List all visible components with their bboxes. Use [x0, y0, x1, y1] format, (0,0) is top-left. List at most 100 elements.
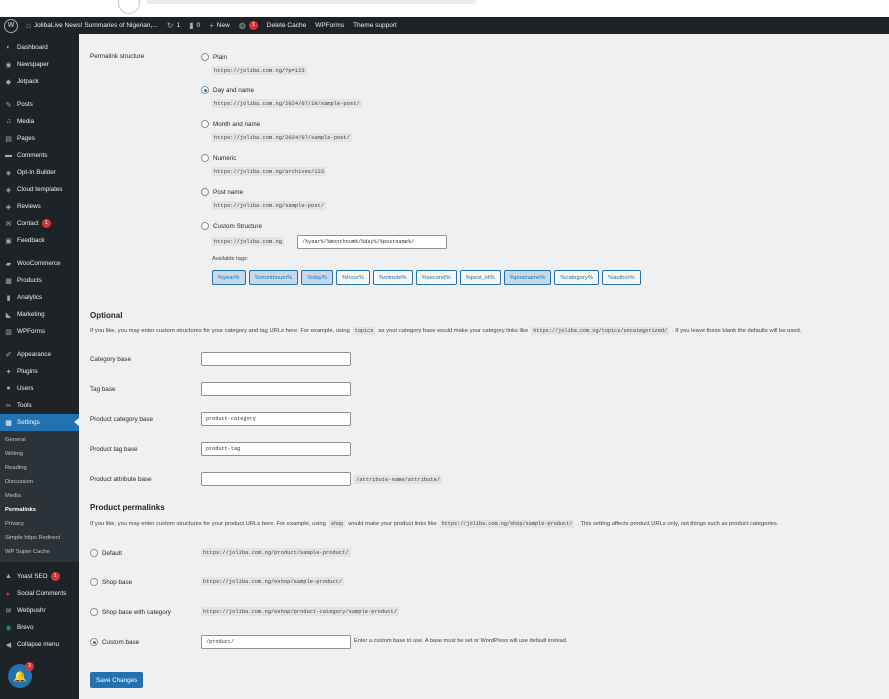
- option-plain[interactable]: Plain: [201, 53, 227, 61]
- custom-structure-radio[interactable]: [201, 222, 209, 230]
- post-name-label: Post name: [213, 188, 244, 196]
- optional-heading: Optional: [90, 311, 123, 320]
- product-attribute-base-input[interactable]: [201, 472, 351, 486]
- collapse-icon: ◀: [5, 641, 12, 649]
- theme-support-link[interactable]: Theme support: [353, 22, 397, 29]
- sidebar-item-cloud-templates[interactable]: ◈ Cloud templates: [0, 181, 79, 198]
- tag-post-id-button[interactable]: %post_id%: [459, 270, 501, 285]
- sidebar-item-reviews[interactable]: ◈ Reviews: [0, 198, 79, 215]
- sidebar-item-dashboard[interactable]: ◐ Dashboard: [0, 39, 79, 56]
- numeric-radio[interactable]: [201, 154, 209, 162]
- option-numeric[interactable]: Numeric: [201, 154, 236, 162]
- option-shop-base[interactable]: Shop base: [90, 578, 132, 586]
- sidebar-item-wpforms[interactable]: ▥ WPForms: [0, 323, 79, 340]
- sidebar-item-jetpack[interactable]: ◆ Jetpack: [0, 73, 79, 90]
- tag-second-button[interactable]: %second%: [415, 270, 457, 285]
- tag-base-input[interactable]: [201, 382, 351, 396]
- sidebar-item-social-comments[interactable]: ▸ Social Comments: [0, 585, 79, 602]
- wpforms-link[interactable]: WPForms: [315, 22, 344, 29]
- product-tag-base-input[interactable]: product-tag: [201, 442, 351, 456]
- products-icon: ▦: [5, 277, 12, 285]
- save-changes-button[interactable]: Save Changes: [90, 672, 144, 688]
- sidebar-item-webpushr[interactable]: ✉ Webpushr: [0, 602, 79, 619]
- plugin-notice-link[interactable]: ◍ 1: [239, 21, 258, 30]
- submenu-simple-https[interactable]: Simple https Redirect: [0, 531, 79, 545]
- submenu-writing[interactable]: Writing: [0, 447, 79, 461]
- submenu-permalinks[interactable]: Permalinks: [0, 503, 79, 517]
- tag-day-button[interactable]: %day%: [301, 270, 333, 285]
- tag-author-button[interactable]: %author%: [601, 270, 641, 285]
- sidebar-item-users[interactable]: ● Users: [0, 380, 79, 397]
- sidebar-item-brevo[interactable]: ◉ Brevo: [0, 619, 79, 636]
- month-name-radio[interactable]: [201, 120, 209, 128]
- month-name-url: https://joliba.com.ng/2024/07/sample-pos…: [212, 133, 352, 142]
- day-name-radio[interactable]: [201, 86, 209, 94]
- submenu-discussion[interactable]: Discussion: [0, 475, 79, 489]
- category-base-label: Category base: [90, 356, 131, 363]
- sidebar-item-analytics[interactable]: ▮ Analytics: [0, 289, 79, 306]
- wordpress-logo-icon[interactable]: W: [4, 18, 18, 33]
- notification-bell-button[interactable]: 🔔 3: [8, 662, 34, 688]
- site-name-link[interactable]: ⌂ JolibaLive News! Summaries of Nigerian,…: [26, 21, 158, 30]
- sidebar-item-optin-builder[interactable]: ◈ Opt-In Builder: [0, 164, 79, 181]
- sidebar-item-contact[interactable]: ✉ Contact 1: [0, 215, 79, 232]
- post-name-radio[interactable]: [201, 188, 209, 196]
- sidebar-item-yoast[interactable]: ▲ Yoast SEO 1: [0, 568, 79, 585]
- shop-base-category-label: Shop base with category: [102, 608, 171, 616]
- option-custom-structure[interactable]: Custom Structure: [201, 222, 262, 230]
- sidebar-item-woocommerce[interactable]: ▰ WooCommerce: [0, 255, 79, 272]
- submenu-media[interactable]: Media: [0, 489, 79, 503]
- sidebar-item-tools[interactable]: ✂ Tools: [0, 397, 79, 414]
- product-default-radio[interactable]: [90, 549, 98, 557]
- submenu-reading[interactable]: Reading: [0, 461, 79, 475]
- sidebar-label: Reviews: [17, 203, 41, 210]
- sidebar-item-products[interactable]: ▦ Products: [0, 272, 79, 289]
- sidebar-item-comments[interactable]: ▬ Comments: [0, 147, 79, 164]
- category-base-input[interactable]: [201, 352, 351, 366]
- collapse-menu-button[interactable]: ◀ Collapse menu: [0, 636, 79, 653]
- shop-base-category-radio[interactable]: [90, 608, 98, 616]
- product-code-url: https://joliba.com.ng/shop/sample-produc…: [439, 520, 575, 528]
- submenu-privacy[interactable]: Privacy: [0, 517, 79, 531]
- option-shop-base-category[interactable]: Shop base with category: [90, 608, 171, 616]
- option-month-name[interactable]: Month and name: [201, 120, 260, 128]
- comments-link[interactable]: ▮ 0: [189, 21, 200, 30]
- sidebar-item-media[interactable]: ♫ Media: [0, 113, 79, 130]
- tag-minute-button[interactable]: %minute%: [372, 270, 413, 285]
- custom-base-input[interactable]: /product/: [201, 635, 351, 649]
- sidebar-item-posts[interactable]: ✎ Posts: [0, 96, 79, 113]
- updates-link[interactable]: ↻ 1: [167, 21, 180, 30]
- sidebar-item-newspaper[interactable]: ◉ Newspaper: [0, 56, 79, 73]
- shop-base-radio[interactable]: [90, 578, 98, 586]
- day-name-url: https://joliba.com.ng/2024/07/18/sample-…: [212, 99, 362, 108]
- settings-icon: ▦: [5, 419, 12, 427]
- sidebar-label: Yoast SEO: [17, 573, 48, 580]
- option-custom-base[interactable]: Custom base: [90, 638, 139, 646]
- refresh-icon: ↻: [166, 21, 174, 30]
- tag-monthnum-button[interactable]: %monthnum%: [248, 270, 299, 285]
- custom-base-radio[interactable]: [90, 638, 98, 646]
- sidebar-item-appearance[interactable]: ✐ Appearance: [0, 346, 79, 363]
- product-text-after: . This setting affects product URLs only…: [577, 521, 779, 527]
- sidebar-item-marketing[interactable]: ◣ Marketing: [0, 306, 79, 323]
- option-product-default[interactable]: Default: [90, 549, 122, 557]
- sidebar-item-plugins[interactable]: ✦ Plugins: [0, 363, 79, 380]
- plain-radio[interactable]: [201, 53, 209, 61]
- submenu-general[interactable]: General: [0, 433, 79, 447]
- tag-category-button[interactable]: %category%: [554, 270, 599, 285]
- optional-text-after: . If you leave these blank the defaults …: [672, 328, 802, 334]
- sidebar-item-feedback[interactable]: ▣ Feedback: [0, 232, 79, 249]
- product-category-base-input[interactable]: product-category: [201, 412, 351, 426]
- tag-postname-button[interactable]: %postname%: [503, 270, 552, 285]
- submenu-wp-super-cache[interactable]: WP Super Cache: [0, 545, 79, 559]
- option-post-name[interactable]: Post name: [201, 188, 243, 196]
- sidebar-item-settings[interactable]: ▦ Settings: [0, 414, 79, 431]
- option-day-name[interactable]: Day and name: [201, 86, 254, 94]
- settings-submenu: General Writing Reading Discussion Media…: [0, 431, 79, 562]
- sidebar-item-pages[interactable]: ▤ Pages: [0, 130, 79, 147]
- delete-cache-link[interactable]: Delete Cache: [267, 22, 306, 29]
- custom-structure-input[interactable]: /%year%/%monthnum%/%day%/%postname%/: [297, 235, 447, 249]
- tag-year-button[interactable]: %year%: [212, 270, 246, 285]
- new-content-link[interactable]: + New: [209, 21, 230, 30]
- tag-hour-button[interactable]: %hour%: [335, 270, 370, 285]
